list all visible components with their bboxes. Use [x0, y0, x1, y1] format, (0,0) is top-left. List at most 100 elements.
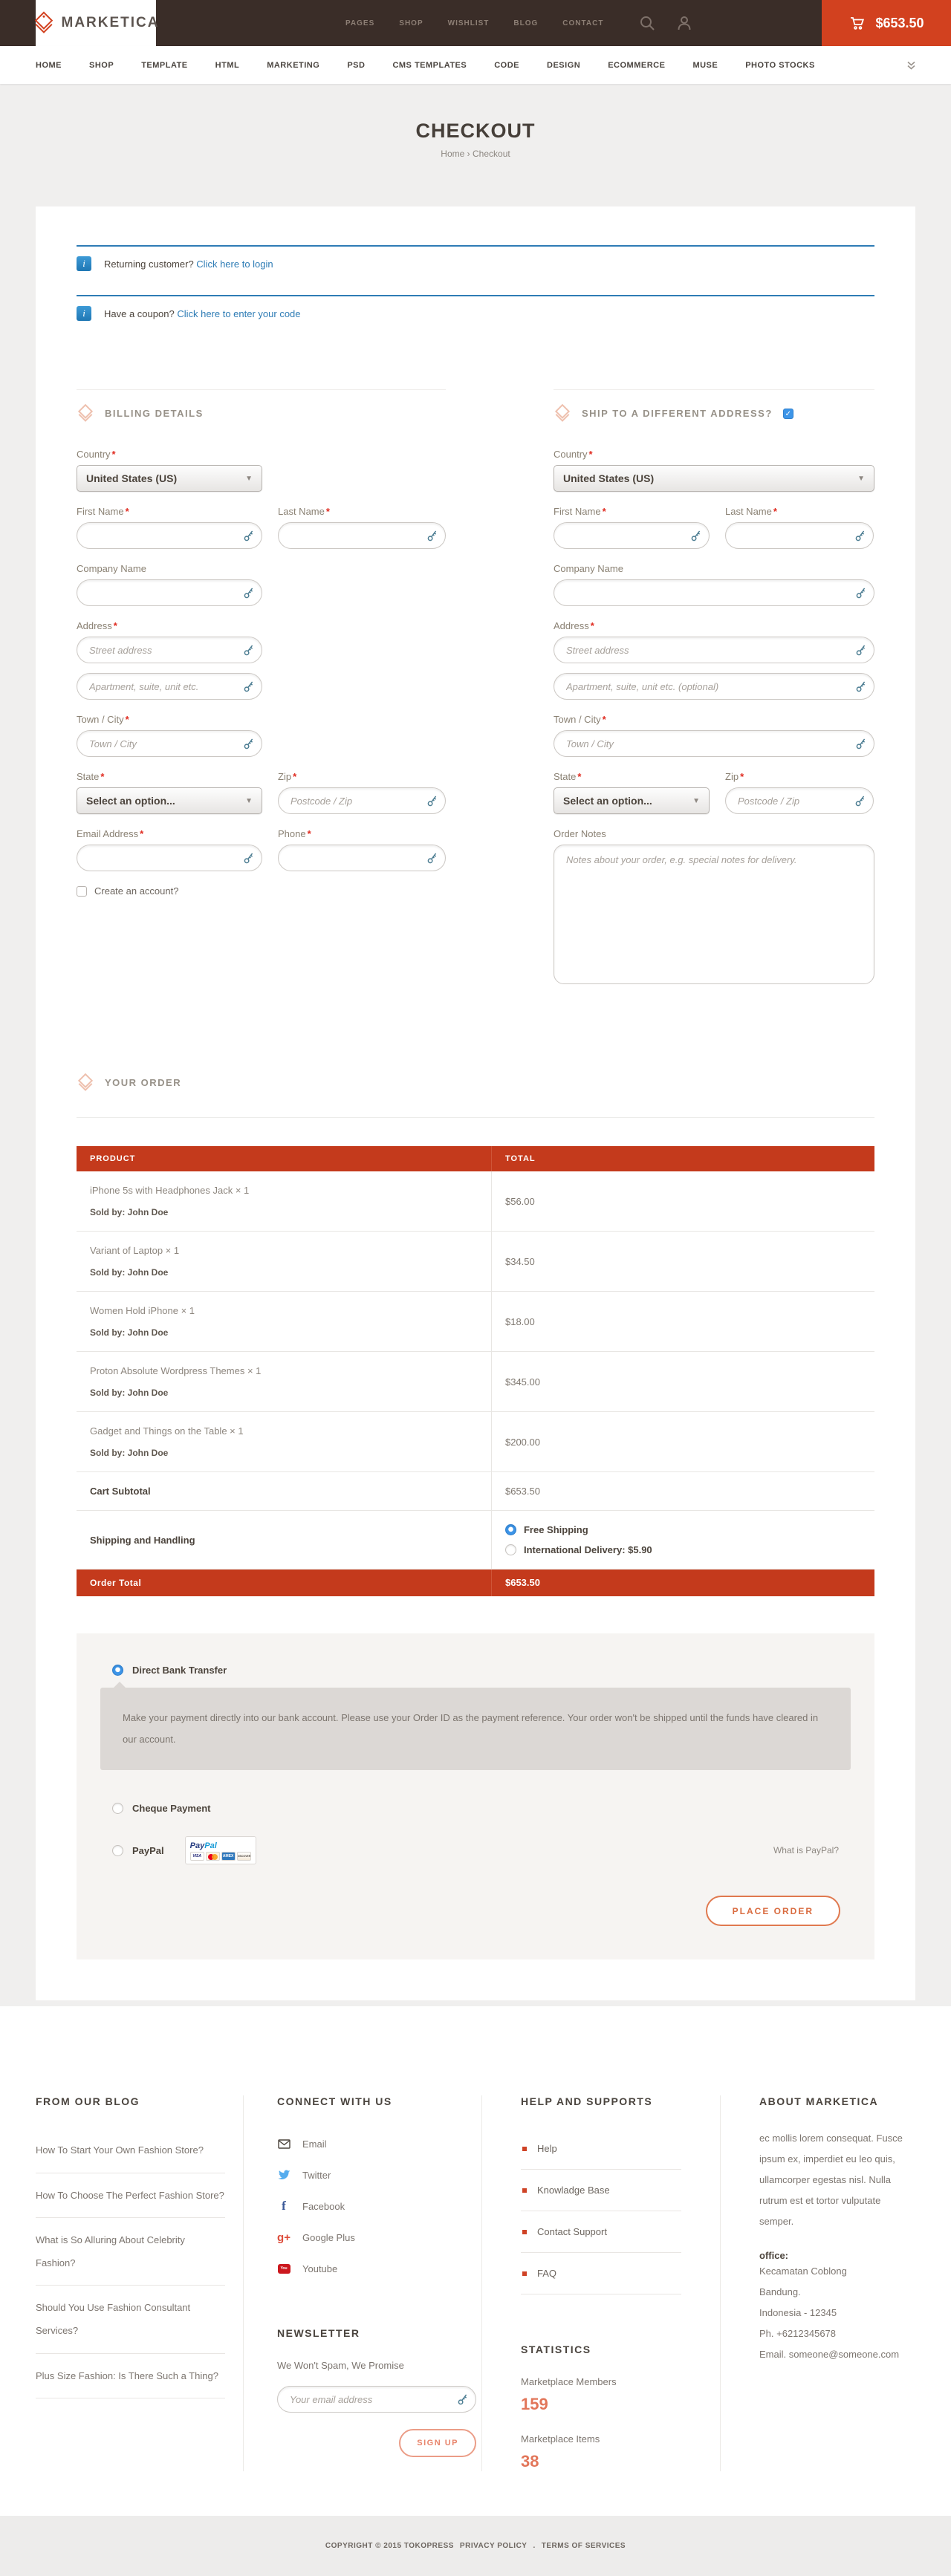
shipping-state-select[interactable]: Select an option... ▼ — [554, 787, 710, 814]
blog-link[interactable]: How To Choose The Perfect Fashion Store? — [36, 2173, 225, 2219]
marketplace-items-label: Marketplace Items — [521, 2433, 681, 2445]
shipping-zip-input[interactable] — [725, 787, 874, 814]
free-shipping-radio[interactable] — [505, 1524, 516, 1535]
shipping-town-input[interactable] — [554, 730, 874, 757]
nav-item-code[interactable]: CODE — [494, 61, 519, 70]
shipping-last-name-input[interactable] — [725, 522, 874, 549]
billing-zip-input[interactable] — [278, 787, 446, 814]
billing-apartment-input[interactable] — [77, 673, 262, 700]
visa-card-icon: VISA — [190, 1852, 204, 1861]
social-twitter-link[interactable]: Twitter — [277, 2159, 448, 2190]
paypal-radio[interactable] — [112, 1845, 123, 1856]
privacy-policy-link[interactable]: PRIVACY POLICY — [460, 2542, 528, 2550]
layers-tag-icon — [554, 403, 571, 423]
marketplace-items-count: 38 — [521, 2452, 681, 2471]
autofill-key-icon — [855, 644, 867, 656]
billing-phone-input[interactable] — [278, 845, 446, 871]
header-menu-wishlist[interactable]: WISHLIST — [448, 19, 490, 27]
billing-last-name-input[interactable] — [278, 522, 446, 549]
create-account-checkbox[interactable] — [77, 886, 87, 897]
header-menu-pages[interactable]: PAGES — [345, 19, 374, 27]
company-label: Company Name — [554, 563, 623, 574]
nav-item-shop[interactable]: SHOP — [89, 61, 114, 70]
shipping-company-input[interactable] — [554, 579, 874, 606]
billing-first-name-input[interactable] — [77, 522, 262, 549]
billing-company-input[interactable] — [77, 579, 262, 606]
header-menu-blog[interactable]: BLOG — [513, 19, 538, 27]
nav-item-psd[interactable]: PSD — [347, 61, 365, 70]
marketplace-members-label: Marketplace Members — [521, 2376, 681, 2387]
search-icon[interactable] — [639, 15, 655, 31]
nav-item-ecommerce[interactable]: ECOMMERCE — [608, 61, 665, 70]
nav-item-html[interactable]: HTML — [215, 61, 240, 70]
blog-link[interactable]: Should You Use Fashion Consultant Servic… — [36, 2286, 225, 2353]
header-menu-shop[interactable]: SHOP — [399, 19, 423, 27]
order-notes-textarea[interactable] — [554, 845, 874, 984]
shipping-street-input[interactable] — [554, 637, 874, 663]
billing-state-select[interactable]: Select an option... ▼ — [77, 787, 262, 814]
shipping-apartment-input[interactable] — [554, 673, 874, 700]
nav-item-cms-templates[interactable]: CMS TEMPLATES — [392, 61, 467, 70]
autofill-key-icon — [855, 587, 867, 599]
layers-tag-icon — [77, 403, 94, 423]
newsletter-email-input[interactable] — [277, 2386, 476, 2413]
cart-button[interactable]: $653.50 — [822, 0, 951, 46]
google-plus-icon: g+ — [277, 2231, 291, 2243]
social-googleplus-link[interactable]: g+ Google Plus — [277, 2222, 448, 2253]
coupon-link[interactable]: Click here to enter your code — [177, 308, 300, 319]
product-name: Proton Absolute Wordpress Themes × 1 — [90, 1365, 478, 1376]
social-facebook-link[interactable]: f Facebook — [277, 2190, 448, 2222]
nav-more-icon[interactable] — [907, 61, 915, 70]
logo[interactable]: MARKETICA — [36, 0, 156, 46]
login-link[interactable]: Click here to login — [196, 258, 273, 270]
about-text: ec mollis lorem consequat. Fusce ipsum e… — [759, 2128, 915, 2232]
autofill-key-icon — [243, 852, 255, 864]
nav-item-design[interactable]: DESIGN — [547, 61, 580, 70]
nav-item-marketing[interactable]: MARKETING — [267, 61, 319, 70]
shipping-first-name-input[interactable] — [554, 522, 710, 549]
signup-button[interactable]: SIGN UP — [399, 2429, 476, 2457]
terms-link[interactable]: TERMS OF SERVICES — [542, 2542, 626, 2550]
breadcrumb-current: Checkout — [473, 149, 510, 159]
nav-item-muse[interactable]: MUSE — [692, 61, 718, 70]
shipping-country-select[interactable]: United States (US) ▼ — [554, 465, 874, 492]
phone-label: Phone — [278, 828, 306, 839]
cheque-payment-radio[interactable] — [112, 1803, 123, 1814]
blog-link[interactable]: What is So Alluring About Celebrity Fash… — [36, 2218, 225, 2286]
billing-town-input[interactable] — [77, 730, 262, 757]
bank-transfer-radio[interactable] — [112, 1665, 123, 1676]
breadcrumb-home[interactable]: Home — [441, 149, 464, 159]
order-notes-label: Order Notes — [554, 828, 606, 839]
amex-card-icon: AMEX — [221, 1852, 236, 1861]
row-total: $200.00 — [491, 1412, 874, 1472]
social-email-link[interactable]: Email — [277, 2128, 448, 2159]
cart-icon — [848, 14, 866, 32]
international-delivery-radio[interactable] — [505, 1544, 516, 1555]
user-account-icon[interactable] — [676, 15, 692, 31]
nav-item-template[interactable]: TEMPLATE — [141, 61, 187, 70]
header-menu: PAGES SHOP WISHLIST BLOG CONTACT — [345, 0, 603, 46]
billing-email-input[interactable] — [77, 845, 262, 871]
billing-country-select[interactable]: United States (US) ▼ — [77, 465, 262, 492]
place-order-button[interactable]: PLACE ORDER — [706, 1896, 840, 1926]
shipping-label: Shipping and Handling — [77, 1511, 491, 1570]
address-label: Address — [554, 620, 589, 631]
paypal-acceptance-mark[interactable]: PayPal VISA AMEX DISCOVER — [185, 1836, 256, 1864]
office-address-line: Kecamatan Coblong — [759, 2261, 915, 2282]
payment-methods-panel: Direct Bank Transfer Make your payment d… — [77, 1633, 874, 1960]
social-youtube-link[interactable]: You Youtube — [277, 2253, 448, 2284]
nav-item-home[interactable]: HOME — [36, 61, 62, 70]
what-is-paypal-link[interactable]: What is PayPal? — [773, 1845, 839, 1855]
ship-different-checkbox[interactable]: ✓ — [783, 409, 793, 419]
nav-item-photo-stocks[interactable]: PHOTO STOCKS — [745, 61, 815, 70]
address-label: Address — [77, 620, 112, 631]
blog-link[interactable]: How To Start Your Own Fashion Store? — [36, 2128, 225, 2173]
billing-street-input[interactable] — [77, 637, 262, 663]
office-phone: Ph. +6212345678 — [759, 2323, 915, 2344]
zip-label: Zip — [278, 771, 291, 782]
blog-link[interactable]: Plus Size Fashion: Is There Such a Thing… — [36, 2354, 225, 2399]
connect-heading: CONNECT WITH US — [277, 2095, 448, 2107]
sold-by: Sold by: John Doe — [90, 1448, 478, 1458]
header-menu-contact[interactable]: CONTACT — [562, 19, 603, 27]
order-row: Gadget and Things on the Table × 1 Sold … — [77, 1412, 874, 1472]
